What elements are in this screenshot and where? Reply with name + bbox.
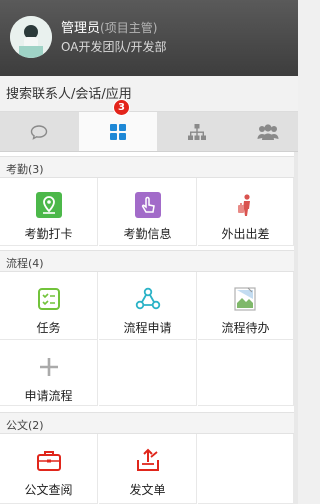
empty-cell [99, 340, 197, 406]
apps-badge: 3 [113, 99, 130, 116]
app-label: 流程申请 [123, 321, 172, 335]
location-icon [35, 191, 63, 219]
profile-header[interactable]: 管理员(项目主管) OA开发团队/开发部 [0, 0, 298, 76]
app-flow-todo[interactable]: 流程待办 [198, 272, 294, 340]
section-title: 公文(2) [6, 419, 44, 432]
checklist-icon [35, 285, 63, 313]
app-label: 任务 [36, 321, 61, 335]
org-chart-icon [188, 123, 206, 140]
avatar[interactable] [10, 16, 52, 58]
app-label: 流程待办 [221, 321, 270, 335]
empty-cell [198, 434, 294, 504]
broken-image-icon [232, 285, 260, 313]
app-label: 公文查阅 [24, 483, 73, 497]
app-label: 考勤打卡 [24, 227, 73, 241]
app-request-flow[interactable]: 申请流程 [0, 340, 98, 406]
app-tasks[interactable]: 任务 [0, 272, 98, 340]
app-label: 发文单 [129, 483, 166, 497]
section-title: 考勤(3) [6, 163, 44, 176]
tab-apps[interactable] [79, 112, 157, 151]
tab-bar [0, 112, 298, 152]
chat-bubble-icon [30, 124, 48, 140]
section-title: 流程(4) [6, 257, 44, 270]
app-business-trip[interactable]: 外出出差 [198, 178, 294, 246]
people-icon [257, 123, 278, 140]
traveler-icon [232, 191, 260, 219]
grid-icon [110, 123, 126, 140]
user-department: OA开发团队/开发部 [61, 40, 167, 54]
user-name: 管理员(项目主管) [61, 21, 158, 36]
tab-organization[interactable] [158, 112, 236, 151]
tab-messages[interactable] [0, 112, 78, 151]
search-bar [0, 76, 298, 112]
tab-contacts[interactable] [237, 112, 298, 151]
empty-cell [198, 340, 294, 406]
app-attendance-clock-in[interactable]: 考勤打卡 [0, 178, 98, 246]
briefcase-icon [35, 447, 63, 475]
app-label: 考勤信息 [123, 227, 172, 241]
avatar-icon [10, 16, 52, 58]
user-role: (项目主管) [100, 21, 158, 35]
section-header-workflow: 流程(4) [0, 250, 298, 272]
send-tray-icon [134, 447, 162, 475]
app-outgoing-document[interactable]: 发文单 [99, 434, 197, 504]
touch-icon [134, 191, 162, 219]
app-label: 申请流程 [24, 389, 73, 403]
app-grid: 考勤(3) 考勤打卡 考勤信息 外出出差 流程(4) 任务 流程申请 流程待办 … [0, 152, 298, 504]
app-flow-apply[interactable]: 流程申请 [99, 272, 197, 340]
scrollbar[interactable] [294, 152, 298, 504]
section-header-attendance: 考勤(3) [0, 156, 298, 178]
section-header-documents: 公文(2) [0, 412, 298, 434]
app-label: 外出出差 [221, 227, 270, 241]
plus-icon [35, 353, 63, 381]
app-document-review[interactable]: 公文查阅 [0, 434, 98, 504]
search-input[interactable] [6, 82, 286, 106]
app-attendance-info[interactable]: 考勤信息 [99, 178, 197, 246]
flow-nodes-icon [134, 285, 162, 313]
